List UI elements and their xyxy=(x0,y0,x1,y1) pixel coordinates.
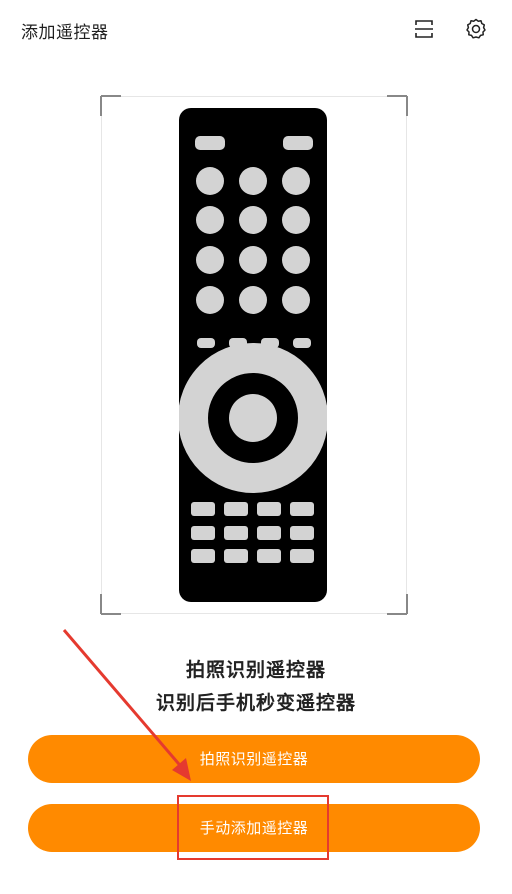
gear-icon[interactable] xyxy=(464,17,488,41)
viewfinder-corner xyxy=(98,594,121,617)
page-title: 添加遥控器 xyxy=(21,23,109,43)
annotation-highlight-box xyxy=(177,795,329,860)
remote-control-illustration xyxy=(179,108,327,602)
description-line-2: 识别后手机秒变遥控器 xyxy=(155,692,356,714)
viewfinder-corner xyxy=(387,93,410,116)
scan-icon[interactable] xyxy=(412,17,436,41)
description-line-1: 拍照识别遥控器 xyxy=(185,659,326,681)
viewfinder-corner xyxy=(98,93,121,116)
photo-recognize-button[interactable]: 拍照识别遥控器 xyxy=(28,735,480,783)
viewfinder-corner xyxy=(387,594,410,617)
